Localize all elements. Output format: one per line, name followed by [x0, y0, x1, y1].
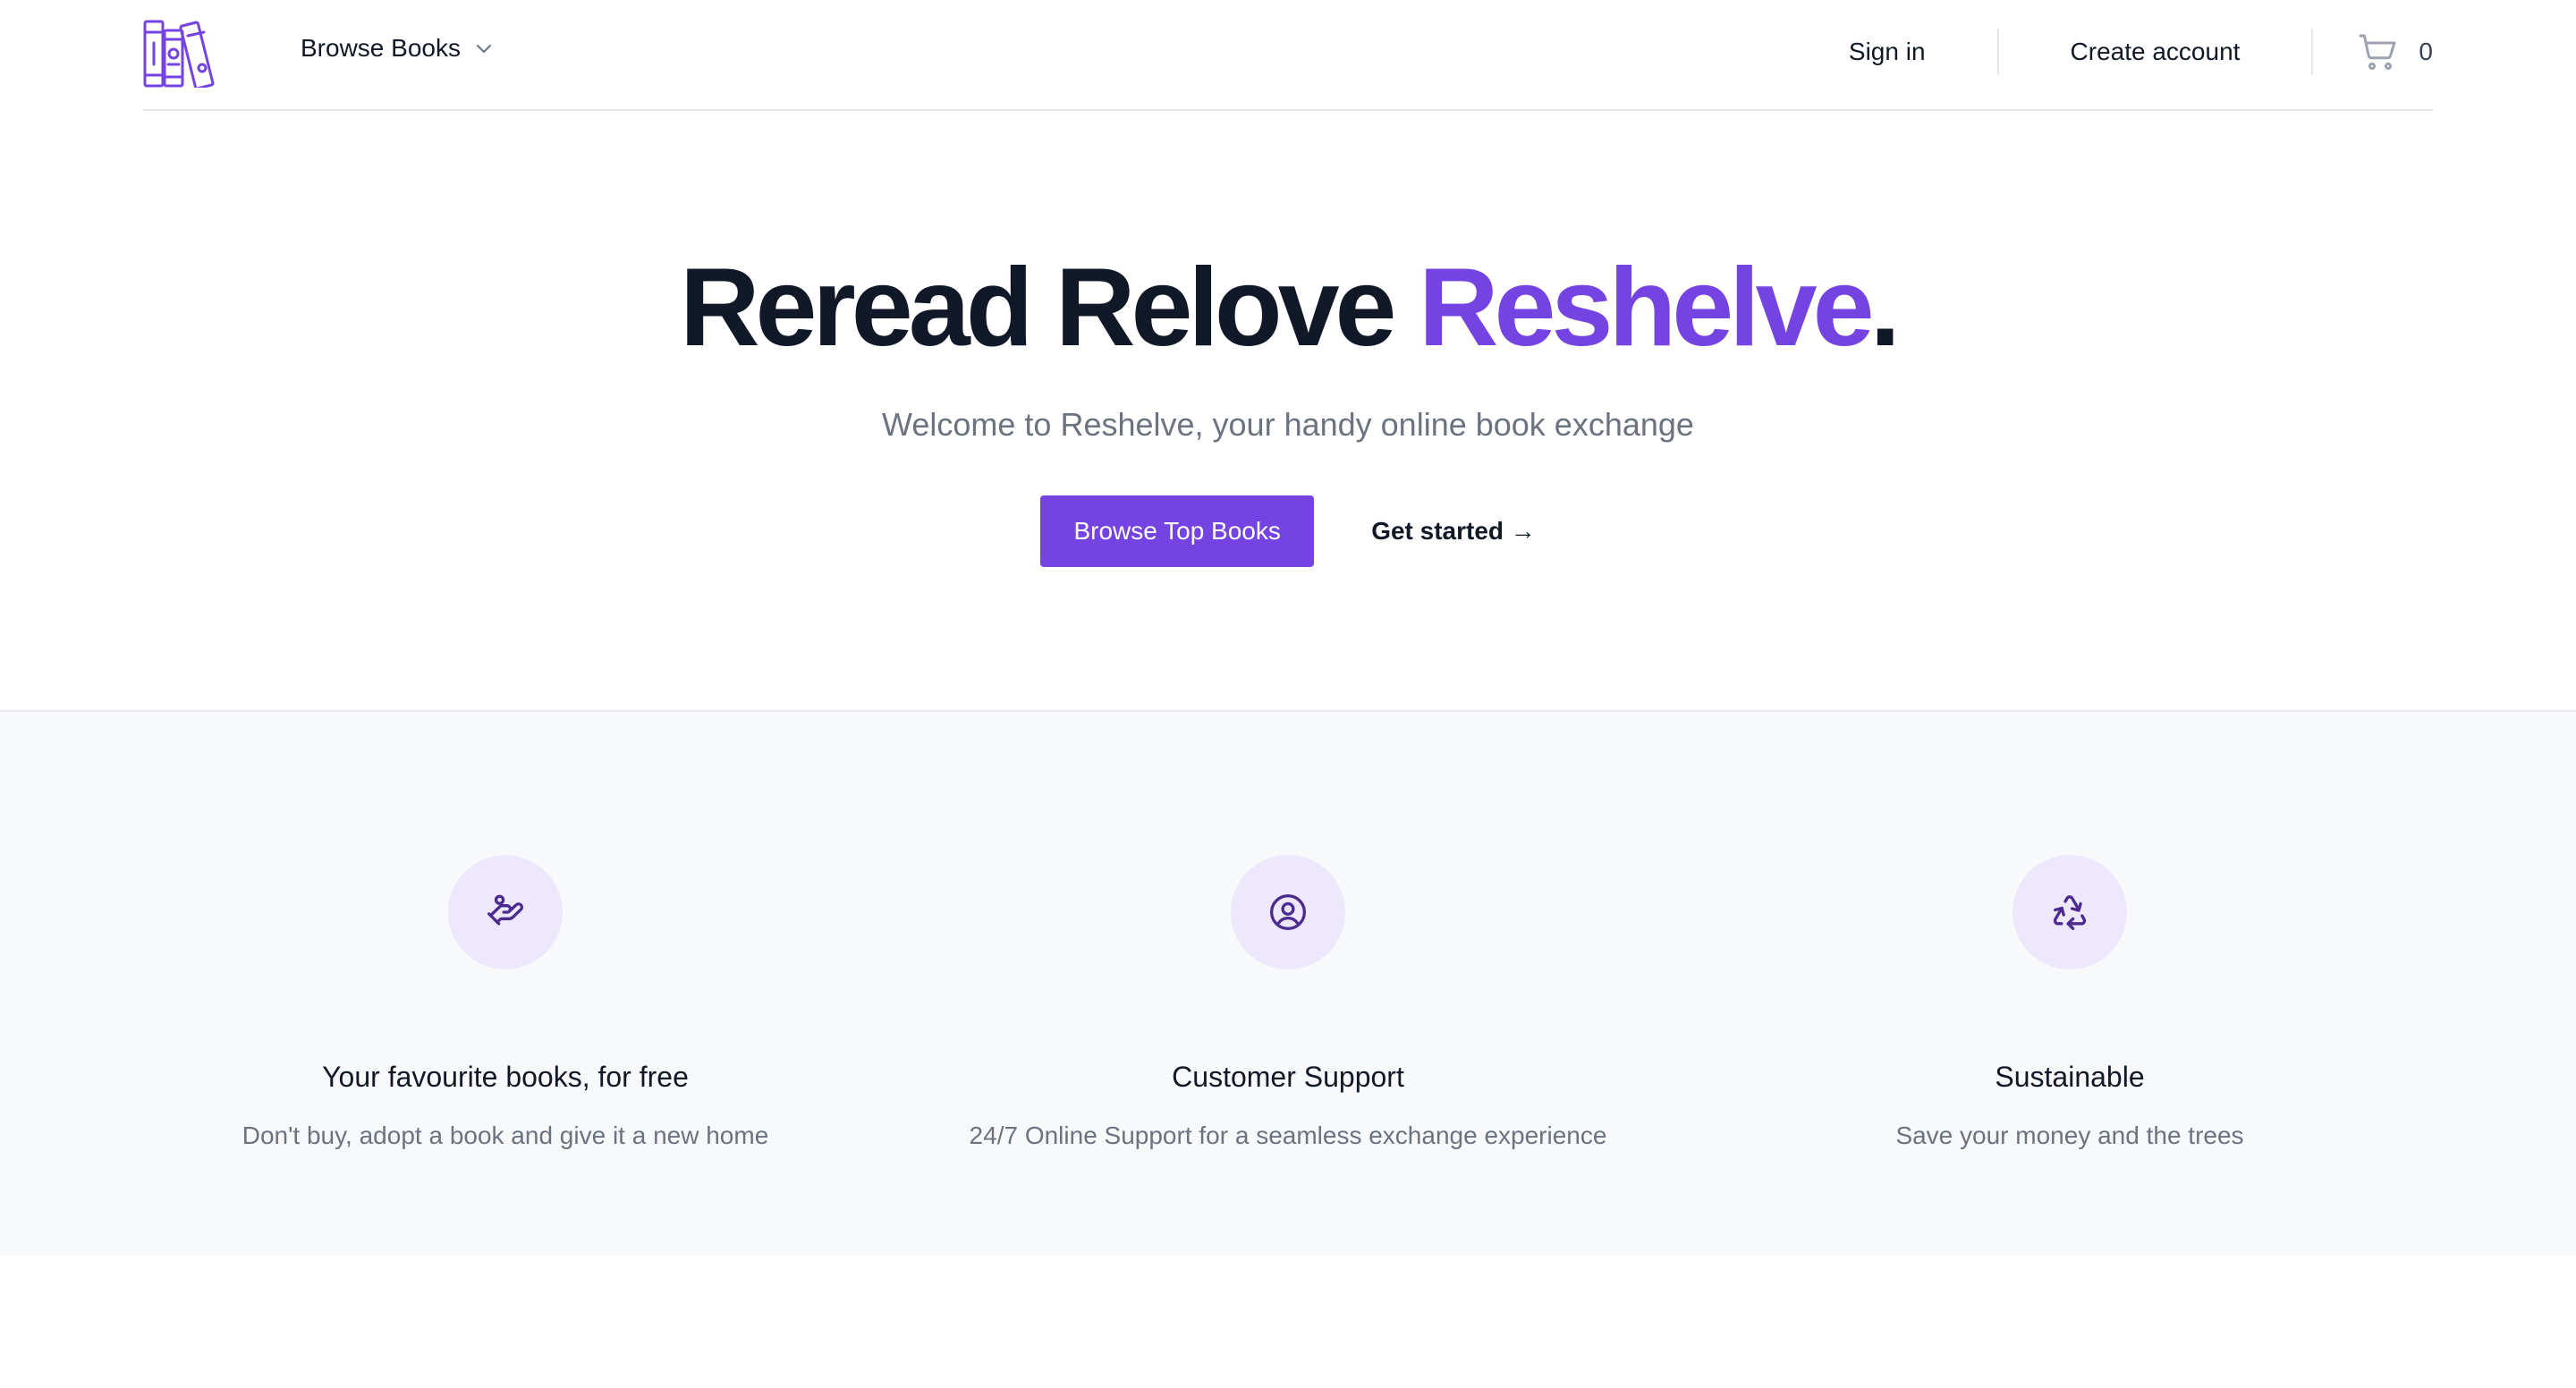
feature-icon-badge	[1231, 855, 1345, 969]
cart-count: 0	[2419, 38, 2433, 65]
browse-books-menu[interactable]: Browse Books	[301, 34, 495, 63]
feature-icon-badge	[448, 855, 563, 969]
feature-text: Save your money and the trees	[1895, 1121, 2244, 1149]
feature-card: Sustainable Save your money and the tree…	[1679, 855, 2461, 1152]
feature-title: Your favourite books, for free	[322, 1061, 689, 1093]
sign-in-link[interactable]: Sign in	[1849, 38, 1926, 66]
feature-title: Customer Support	[1172, 1061, 1404, 1093]
feature-text: 24/7 Online Support for a seamless excha…	[969, 1121, 1607, 1149]
feature-icon-badge	[2012, 855, 2127, 969]
hand-heart-icon	[487, 894, 524, 926]
recycle-icon	[2053, 895, 2087, 930]
nav-actions: Sign in Create account 0	[1849, 27, 2433, 77]
books-icon[interactable]	[143, 18, 216, 88]
nav-divider	[1996, 29, 1999, 75]
feature-card: Your favourite books, for free Don't buy…	[114, 855, 896, 1152]
shopping-cart-icon	[2359, 34, 2396, 71]
hero-title-accent: Reshelve	[1418, 246, 1875, 369]
hero-section: Reread Relove Reshelve. Welcome to Reshe…	[0, 111, 2576, 710]
hero-actions: Browse Top Books Get started →	[0, 495, 2576, 567]
hero-title-period: .	[1869, 246, 1902, 369]
feature-title: Sustainable	[1995, 1061, 2145, 1093]
browse-top-books-button[interactable]: Browse Top Books	[1040, 495, 1315, 567]
cart-button[interactable]: 0	[2356, 30, 2433, 73]
create-account-link[interactable]: Create account	[2071, 38, 2241, 66]
browse-books-label: Browse Books	[301, 34, 461, 62]
hero-subtitle: Welcome to Reshelve, your handy online b…	[882, 406, 1694, 443]
get-started-link[interactable]: Get started →	[1371, 517, 1536, 546]
hero-title-main: Reread Relove	[680, 246, 1419, 369]
hero-title: Reread Relove Reshelve.	[0, 245, 2576, 370]
features-section: Your favourite books, for free Don't buy…	[0, 710, 2576, 1256]
top-navigation: Browse Books Sign in Create account 0	[143, 0, 2433, 111]
nav-divider	[2311, 29, 2314, 75]
feature-text: Don't buy, adopt a book and give it a ne…	[242, 1121, 769, 1149]
user-circle-icon	[1270, 894, 1306, 930]
chevron-down-icon	[476, 45, 491, 53]
feature-card: Customer Support 24/7 Online Support for…	[897, 855, 1679, 1152]
